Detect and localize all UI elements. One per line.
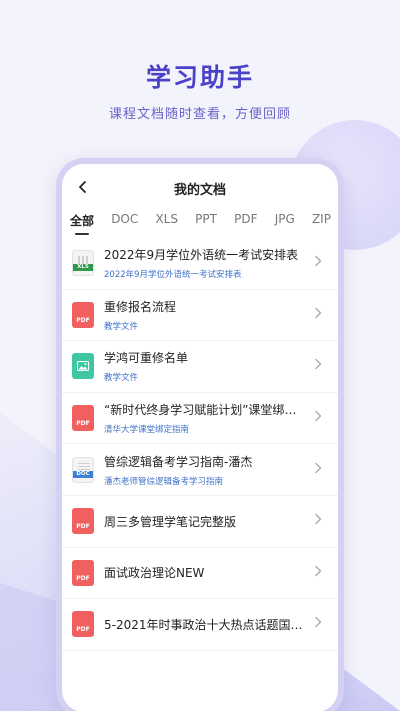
- file-category: 清华大学课堂绑定指南: [104, 425, 190, 436]
- list-item[interactable]: PDF 5-2021年时事政治十大热点话题国内国际: [62, 599, 338, 651]
- file-name: 5-2021年时事政治十大热点话题国内国际: [104, 617, 306, 632]
- chevron-right-icon: [314, 513, 326, 529]
- top-bar: 我的文档: [62, 164, 338, 212]
- file-name: 面试政治理论NEW: [104, 566, 205, 581]
- chevron-right-icon: [314, 255, 326, 271]
- tab-doc[interactable]: DOC: [111, 212, 138, 232]
- phone-frame: 我的文档 全部 DOC XLS PPT PDF JPG ZIP XLS 2022年9月学位外语…: [56, 158, 344, 711]
- chevron-right-icon: [314, 462, 326, 478]
- list-item-text: 学鸿可重修名单教学文件: [104, 349, 306, 383]
- file-category: 潘杰老师管综逻辑备考学习指南: [104, 476, 224, 487]
- pdf-file-icon: PDF: [72, 611, 94, 638]
- pdf-file-icon: PDF: [72, 405, 94, 432]
- list-item-text: “新时代终身学习赋能计划”课堂绑定指南清华大学课堂绑定指南: [104, 401, 306, 435]
- hero-subtitle: 课程文档随时查看，方便回顾: [108, 107, 291, 122]
- list-item-text: 面试政治理论NEW: [104, 564, 306, 581]
- tab-ppt[interactable]: PPT: [195, 212, 217, 232]
- list-item[interactable]: PDF “新时代终身学习赋能计划”课堂绑定指南清华大学课堂绑定指南: [62, 393, 338, 445]
- list-item-text: 周三多管理学笔记完整版: [104, 513, 306, 530]
- xls-file-icon: XLS: [72, 250, 94, 277]
- tab-jpg[interactable]: JPG: [275, 212, 295, 232]
- img-file-icon: [72, 353, 94, 380]
- list-item[interactable]: PDF 重修报名流程教学文件: [62, 290, 338, 342]
- pdf-file-icon: PDF: [72, 508, 94, 535]
- file-category: 教学文件: [104, 321, 139, 332]
- tab-pdf[interactable]: PDF: [234, 212, 257, 232]
- chevron-right-icon: [314, 307, 326, 323]
- chevron-left-icon[interactable]: [72, 176, 94, 198]
- file-type-tabs: 全部 DOC XLS PPT PDF JPG ZIP: [62, 212, 338, 238]
- tab-xls[interactable]: XLS: [155, 212, 178, 232]
- list-item[interactable]: XLS 2022年9月学位外语统一考试安排表 2022年9月学位外语统一考试安排表: [62, 238, 338, 290]
- chevron-right-icon: [314, 358, 326, 374]
- doc-file-icon: DOC: [72, 456, 94, 483]
- list-item[interactable]: PDF 面试政治理论NEW: [62, 548, 338, 600]
- tab-全部[interactable]: 全部: [70, 212, 94, 235]
- file-name: “新时代终身学习赋能计划”课堂绑定指南: [104, 403, 306, 418]
- list-item[interactable]: PDF 周三多管理学笔记完整版: [62, 496, 338, 548]
- list-item[interactable]: 学鸿可重修名单教学文件: [62, 341, 338, 393]
- app-screen: 我的文档 全部 DOC XLS PPT PDF JPG ZIP XLS 2022年9月学位外语…: [62, 164, 338, 711]
- chevron-right-icon: [314, 565, 326, 581]
- file-category: 2022年9月学位外语统一考试安排表: [104, 270, 242, 281]
- file-name: 2022年9月学位外语统一考试安排表: [104, 248, 299, 263]
- tab-zip[interactable]: ZIP: [312, 212, 331, 232]
- file-name: 周三多管理学笔记完整版: [104, 514, 237, 529]
- pdf-file-icon: PDF: [72, 559, 94, 586]
- file-name: 重修报名流程: [104, 299, 177, 314]
- document-list: XLS 2022年9月学位外语统一考试安排表 2022年9月学位外语统一考试安排表 P…: [62, 238, 338, 651]
- list-item-text: 2022年9月学位外语统一考试安排表 2022年9月学位外语统一考试安排表: [104, 246, 306, 280]
- chevron-right-icon: [314, 410, 326, 426]
- file-name: 学鸿可重修名单: [104, 351, 189, 366]
- list-item[interactable]: DOC 管综逻辑备考学习指南-潘杰潘杰老师管综逻辑备考学习指南: [62, 444, 338, 496]
- list-item-text: 重修报名流程教学文件: [104, 298, 306, 332]
- pdf-file-icon: PDF: [72, 301, 94, 328]
- list-item-text: 管综逻辑备考学习指南-潘杰潘杰老师管综逻辑备考学习指南: [104, 453, 306, 487]
- list-item-text: 5-2021年时事政治十大热点话题国内国际: [104, 616, 306, 633]
- file-category: 教学文件: [104, 373, 139, 384]
- chevron-right-icon: [314, 616, 326, 632]
- hero-title: 学习助手: [145, 63, 254, 92]
- page-title: 我的文档: [173, 182, 226, 198]
- file-name: 管综逻辑备考学习指南-潘杰: [104, 454, 253, 469]
